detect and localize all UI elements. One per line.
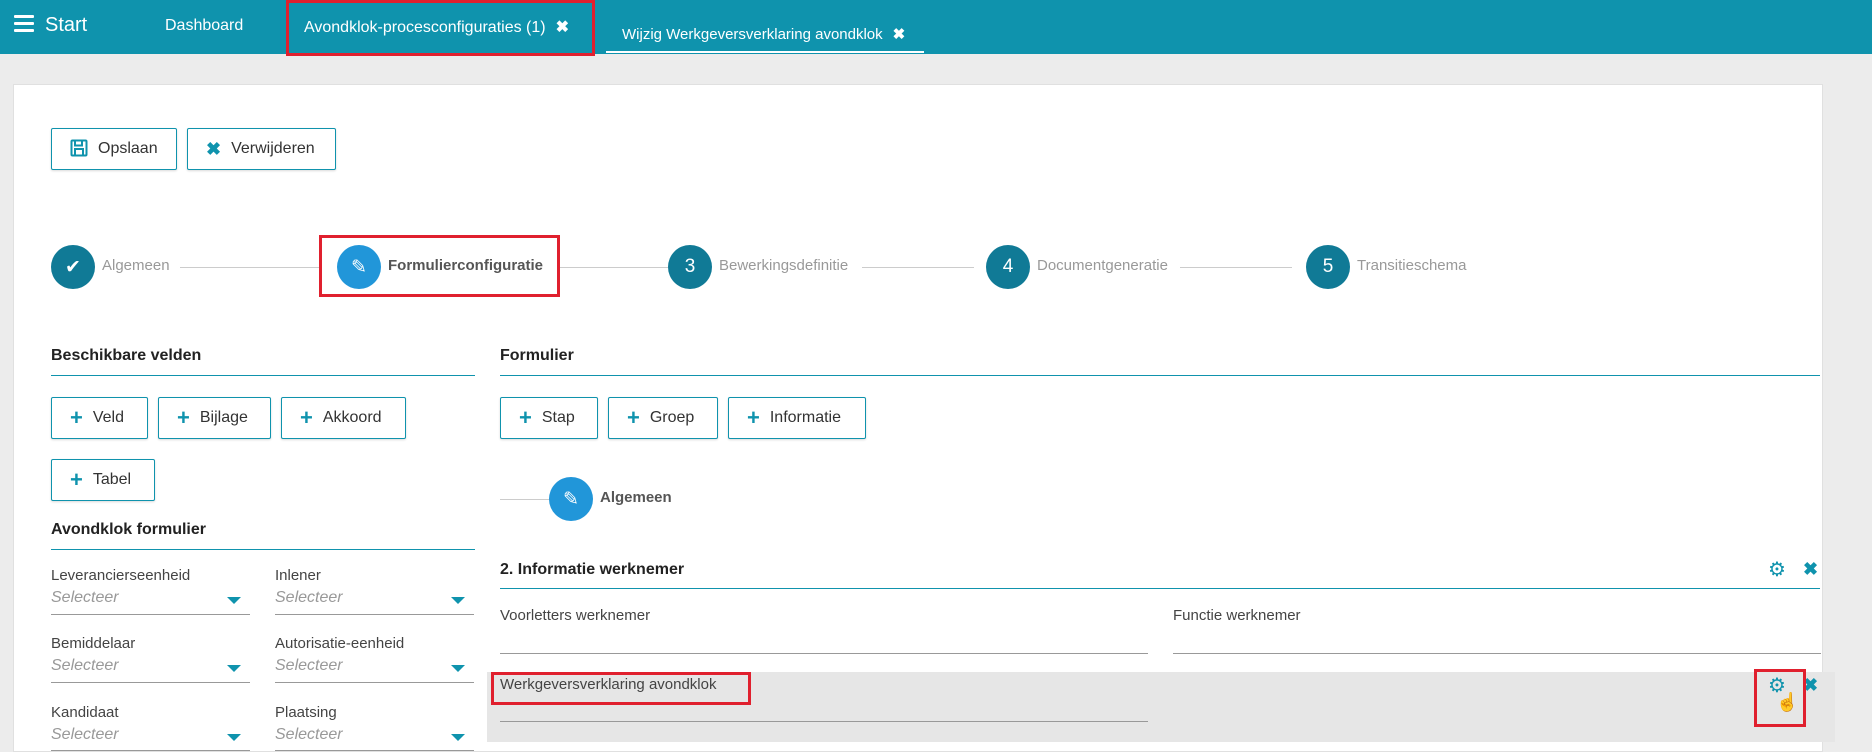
field-label-werkgeversverklaring: Werkgeversverklaring avondklok xyxy=(500,676,717,693)
plus-icon: + xyxy=(70,405,83,430)
step-label-documentgeneratie[interactable]: Documentgeneratie xyxy=(1037,257,1168,274)
input-underline[interactable] xyxy=(500,721,1148,722)
plus-icon: + xyxy=(177,405,190,430)
tab-dashboard[interactable]: Dashboard xyxy=(165,17,243,35)
select-autorisatie-eenheid[interactable]: Selecteer xyxy=(275,657,343,675)
chevron-down-icon[interactable] xyxy=(227,665,241,672)
select-underline xyxy=(51,750,250,751)
add-akkoord-button[interactable]: + Akkoord xyxy=(281,397,406,439)
add-tabel-button[interactable]: + Tabel xyxy=(51,459,155,501)
add-stap-label: Stap xyxy=(541,409,575,426)
step-label-formulierconfiguratie[interactable]: Formulierconfiguratie xyxy=(388,257,543,274)
plus-icon: + xyxy=(519,405,532,430)
delete-button[interactable]: ✖ Verwijderen xyxy=(187,128,336,170)
add-tabel-label: Tabel xyxy=(92,471,132,488)
chevron-down-icon[interactable] xyxy=(451,665,465,672)
divider xyxy=(500,375,1820,376)
select-plaatsing[interactable]: Selecteer xyxy=(275,726,343,744)
close-tab-icon[interactable]: ✖ xyxy=(556,17,569,37)
top-navigation-bar: Start Dashboard Avondklok-procesconfigur… xyxy=(0,0,1872,54)
add-akkoord-label: Akkoord xyxy=(322,409,382,426)
field-label-kandidaat: Kandidaat xyxy=(51,704,119,721)
add-bijlage-label: Bijlage xyxy=(199,409,248,426)
add-bijlage-button[interactable]: + Bijlage xyxy=(158,397,271,439)
close-tab-icon[interactable]: ✖ xyxy=(893,25,906,43)
tab-label: Avondklok-procesconfiguraties (1) xyxy=(304,19,546,36)
select-underline xyxy=(275,682,474,683)
step-5-circle[interactable]: 5 xyxy=(1306,245,1350,289)
divider xyxy=(51,549,475,550)
chevron-down-icon[interactable] xyxy=(451,734,465,741)
add-groep-button[interactable]: + Groep xyxy=(608,397,718,439)
step-3-circle[interactable]: 3 xyxy=(668,245,712,289)
save-button[interactable]: Opslaan xyxy=(51,128,177,170)
plus-icon: + xyxy=(747,405,760,430)
chevron-down-icon[interactable] xyxy=(227,597,241,604)
substep-connector xyxy=(500,499,550,500)
avondklok-form-title: Avondklok formulier xyxy=(51,521,206,538)
add-veld-label: Veld xyxy=(92,409,124,426)
divider xyxy=(500,588,1820,589)
save-button-label: Opslaan xyxy=(98,140,158,157)
select-underline xyxy=(51,682,250,683)
select-underline xyxy=(275,750,474,751)
field-label-functie: Functie werknemer xyxy=(1173,607,1301,624)
field-label-bemiddelaar: Bemiddelaar xyxy=(51,635,136,652)
input-underline[interactable] xyxy=(1173,653,1821,654)
tab-wijzig-werkgeversverklaring[interactable]: Wijzig Werkgeversverklaring avondklok ✖ xyxy=(606,18,924,53)
substep-label-algemeen[interactable]: Algemeen xyxy=(600,489,672,506)
step-4-circle[interactable]: 4 xyxy=(986,245,1030,289)
stepper-connector xyxy=(862,267,974,268)
stepper-connector xyxy=(180,267,319,268)
gear-icon[interactable]: ⚙ xyxy=(1768,557,1786,582)
select-bemiddelaar[interactable]: Selecteer xyxy=(51,657,119,675)
close-icon[interactable]: ✖ xyxy=(1803,675,1818,696)
available-fields-title: Beschikbare velden xyxy=(51,347,202,364)
formulier-title: Formulier xyxy=(500,347,574,364)
add-stap-button[interactable]: + Stap xyxy=(500,397,598,439)
input-underline[interactable] xyxy=(500,653,1148,654)
plus-icon: + xyxy=(300,405,313,430)
select-underline xyxy=(275,614,474,615)
plus-icon: + xyxy=(627,405,640,430)
close-icon: ✖ xyxy=(206,139,222,159)
stepper-connector xyxy=(560,267,668,268)
substep-algemeen-pencil-icon[interactable]: ✎ xyxy=(549,477,593,521)
select-leverancierseenheid[interactable]: Selecteer xyxy=(51,589,119,607)
add-informatie-button[interactable]: + Informatie xyxy=(728,397,866,439)
select-underline xyxy=(51,614,250,615)
step-algemeen-check-icon[interactable]: ✔ xyxy=(51,245,95,289)
step-label-algemeen[interactable]: Algemeen xyxy=(102,257,170,274)
start-link[interactable]: Start xyxy=(45,14,87,37)
pointer-cursor-icon: ☝ xyxy=(1776,692,1799,712)
hamburger-menu-icon[interactable] xyxy=(14,15,34,32)
add-veld-button[interactable]: + Veld xyxy=(51,397,148,439)
field-label-plaatsing: Plaatsing xyxy=(275,704,337,721)
chevron-down-icon[interactable] xyxy=(451,597,465,604)
step-label-transitieschema[interactable]: Transitieschema xyxy=(1357,257,1466,274)
plus-icon: + xyxy=(70,467,83,492)
field-label-voorletters: Voorletters werknemer xyxy=(500,607,651,624)
delete-button-label: Verwijderen xyxy=(231,140,315,157)
add-informatie-label: Informatie xyxy=(769,409,841,426)
field-label-inlener: Inlener xyxy=(275,567,321,584)
tab-avondklok-procesconfiguraties[interactable]: Avondklok-procesconfiguraties (1) ✖ xyxy=(304,17,569,37)
step-formulierconfiguratie-pencil-icon[interactable]: ✎ xyxy=(337,245,381,289)
select-kandidaat[interactable]: Selecteer xyxy=(51,726,119,744)
field-label-autorisatie-eenheid: Autorisatie-eenheid xyxy=(275,635,405,652)
select-inlener[interactable]: Selecteer xyxy=(275,589,343,607)
field-label-leverancierseenheid: Leverancierseenheid xyxy=(51,567,191,584)
close-icon[interactable]: ✖ xyxy=(1803,559,1818,580)
save-icon xyxy=(70,139,88,160)
tab-label: Wijzig Werkgeversverklaring avondklok xyxy=(622,26,883,43)
divider xyxy=(51,375,475,376)
add-groep-label: Groep xyxy=(649,409,695,426)
group-title: 2. Informatie werknemer xyxy=(500,561,685,578)
chevron-down-icon[interactable] xyxy=(227,734,241,741)
stepper-connector xyxy=(1180,267,1292,268)
step-label-bewerkingsdefinitie[interactable]: Bewerkingsdefinitie xyxy=(719,257,848,274)
tab-label: Dashboard xyxy=(165,17,244,34)
